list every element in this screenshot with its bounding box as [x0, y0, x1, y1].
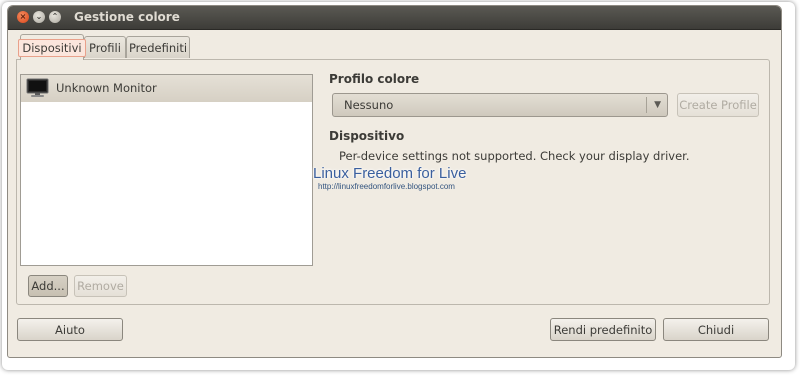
window-title: Gestione colore	[74, 10, 180, 24]
maximize-window-button[interactable]: ⌃	[49, 11, 61, 23]
add-device-button[interactable]: Add...	[28, 275, 68, 297]
color-profile-select[interactable]: Nessuno ▼	[332, 93, 668, 117]
make-default-button[interactable]: Rendi predefinito	[550, 318, 656, 341]
device-list-item[interactable]: Unknown Monitor	[21, 75, 312, 102]
combo-separator	[646, 97, 647, 113]
color-profile-value: Nessuno	[344, 98, 394, 112]
tab-profili-label: Profili	[89, 40, 121, 55]
close-window-button[interactable]: ×	[17, 11, 29, 23]
device-info-message: Per-device settings not supported. Check…	[339, 149, 690, 163]
maximize-icon: ⌃	[51, 12, 59, 21]
titlebar[interactable]: × ⌄ ⌃ Gestione colore	[8, 6, 781, 30]
watermark-url: http://linuxfreedomforlive.blogspot.com	[318, 182, 455, 191]
device-heading: Dispositivo	[329, 129, 405, 143]
help-button[interactable]: Aiuto	[17, 318, 123, 341]
tab-predefiniti-label: Predefiniti	[128, 40, 188, 55]
device-list[interactable]: Unknown Monitor	[20, 74, 313, 266]
watermark-title: Linux Freedom for Live	[313, 165, 467, 182]
close-button[interactable]: Chiudi	[663, 318, 769, 341]
device-name: Unknown Monitor	[56, 81, 157, 95]
create-profile-button[interactable]: Create Profile	[677, 93, 759, 117]
tab-dispositivi[interactable]: Dispositivi	[18, 34, 86, 60]
color-profile-heading: Profilo colore	[329, 72, 420, 86]
monitor-icon	[26, 78, 49, 97]
remove-device-button[interactable]: Remove	[74, 275, 127, 297]
tab-profili[interactable]: Profili	[84, 36, 126, 58]
tab-predefiniti[interactable]: Predefiniti	[126, 36, 190, 58]
close-icon: ×	[19, 12, 27, 21]
chevron-down-icon: ▼	[654, 100, 661, 110]
minimize-window-button[interactable]: ⌄	[33, 11, 45, 23]
tab-dispositivi-label: Dispositivi	[18, 38, 86, 57]
minimize-icon: ⌄	[35, 12, 43, 21]
